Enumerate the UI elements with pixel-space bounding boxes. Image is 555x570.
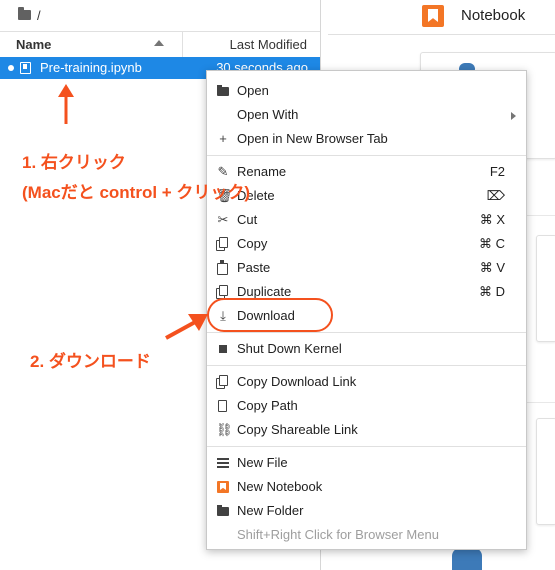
annotation-step2: 2. ダウンロード [30, 352, 151, 371]
annotation-step1-note: (Macだと control + クリック) [22, 183, 251, 202]
annotation-overlay [58, 84, 208, 340]
arrow-diagonal-icon [165, 319, 198, 340]
arrow-head-icon [58, 84, 74, 97]
download-highlight-ring [207, 298, 333, 332]
annotation-step1: 1. 右クリック [22, 153, 126, 172]
